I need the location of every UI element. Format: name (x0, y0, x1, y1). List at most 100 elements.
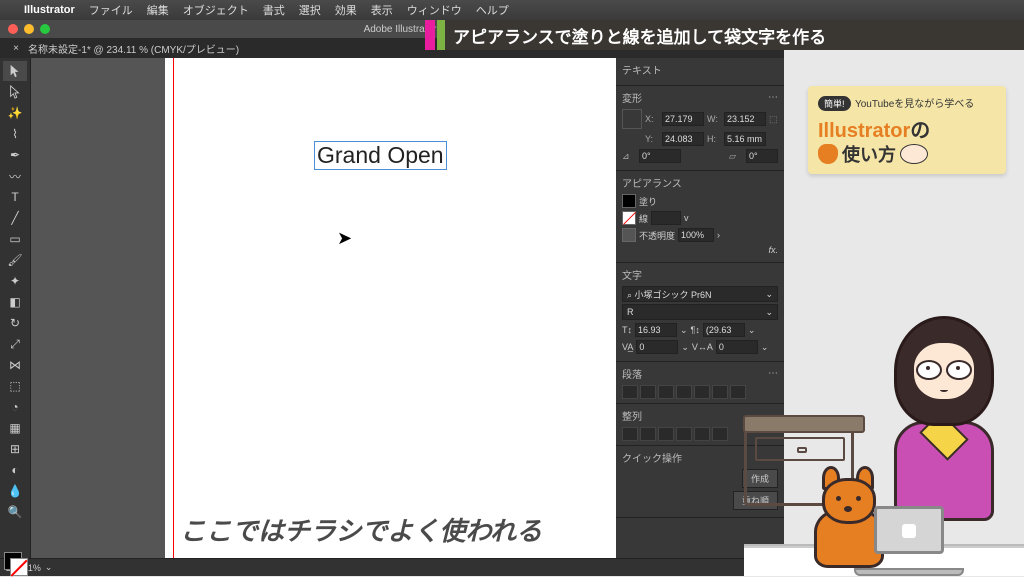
pen-tool[interactable]: ✒ (3, 145, 27, 165)
fill-color-swatch[interactable] (622, 194, 636, 208)
shear-icon: ▱ (729, 151, 743, 162)
opacity-input[interactable] (678, 228, 714, 242)
text-object[interactable]: Grand Open (314, 141, 447, 170)
app-window: Adobe Illustrator × 名称未設定-1* @ 234.11 % … (0, 20, 784, 576)
workspace: ✨ ⌇ ✒ 〰 T ╱ ▭ 🖌 ✦ ◧ ↻ ⤢ ⋈ ⬚ ◔ ▦ ⊞ ◐ 💧 🔍 (0, 58, 784, 558)
shear-input[interactable] (746, 149, 778, 163)
font-size-input[interactable] (635, 323, 677, 337)
cursor-icon: ➤ (337, 228, 352, 249)
text-section-header: テキスト (622, 62, 778, 77)
valign-bottom-button[interactable] (712, 427, 728, 441)
angle-input[interactable] (639, 149, 681, 163)
justify-left-button[interactable] (676, 385, 692, 399)
w-label: W: (707, 114, 721, 124)
menu-object[interactable]: オブジェクト (183, 2, 249, 18)
menu-file[interactable]: ファイル (89, 2, 133, 18)
stroke-color-swatch[interactable] (622, 211, 636, 225)
lasso-tool[interactable]: ⌇ (3, 124, 27, 144)
x-input[interactable] (662, 112, 704, 126)
face-icon (900, 144, 928, 164)
minimize-window-button[interactable] (24, 24, 34, 34)
w-input[interactable] (724, 112, 766, 126)
opacity-label: 不透明度 (639, 229, 675, 242)
stroke-unit: v (684, 213, 689, 223)
promo-subtext: YouTubeを見ながら学べる (855, 99, 974, 110)
transform-header: 変形 (622, 90, 642, 105)
direct-selection-tool[interactable] (3, 82, 27, 102)
menu-help[interactable]: ヘルプ (476, 2, 509, 18)
subtitle-text: ここではチラシでよく使われる (180, 511, 542, 548)
angle-label: ⊿ (622, 151, 636, 162)
align-left-button[interactable] (622, 385, 638, 399)
opacity-arrow-icon[interactable]: › (717, 230, 720, 240)
more-icon[interactable]: ⋯ (768, 92, 778, 103)
halign-right-button[interactable] (658, 427, 674, 441)
width-tool[interactable]: ⋈ (3, 355, 27, 375)
valign-top-button[interactable] (676, 427, 692, 441)
justify-center-button[interactable] (694, 385, 710, 399)
align-header: 整列 (622, 408, 642, 423)
menu-window[interactable]: ウィンドウ (407, 2, 462, 18)
stroke-swatch[interactable] (10, 558, 28, 576)
shaper-tool[interactable]: ✦ (3, 271, 27, 291)
eyedropper-tool[interactable]: 💧 (3, 481, 27, 501)
menu-type[interactable]: 書式 (263, 2, 285, 18)
shape-builder-tool[interactable]: ◔ (3, 397, 27, 417)
maximize-window-button[interactable] (40, 24, 50, 34)
mesh-tool[interactable]: ⊞ (3, 439, 27, 459)
curvature-tool[interactable]: 〰 (3, 166, 27, 186)
canvas-area[interactable]: Grand Open ➤ (31, 58, 616, 558)
guide-line[interactable] (173, 58, 174, 558)
line-tool[interactable]: ╱ (3, 208, 27, 228)
menu-edit[interactable]: 編集 (147, 2, 169, 18)
link-icon[interactable]: ⬚ (769, 114, 778, 125)
align-center-button[interactable] (640, 385, 656, 399)
type-tool[interactable]: T (3, 187, 27, 207)
stroke-weight-input[interactable] (651, 211, 681, 225)
close-tab-icon[interactable]: × (10, 43, 22, 54)
paintbrush-tool[interactable]: 🖌 (3, 250, 27, 270)
y-input[interactable] (662, 132, 704, 146)
reference-point-icon[interactable] (622, 109, 642, 129)
zoom-dropdown-icon[interactable]: ⌄ (45, 562, 53, 573)
magic-wand-tool[interactable]: ✨ (3, 103, 27, 123)
scale-tool[interactable]: ⤢ (3, 334, 27, 354)
menu-select[interactable]: 選択 (299, 2, 321, 18)
drawer (755, 437, 845, 461)
promo-title: Illustratorの (818, 114, 996, 143)
h-label: H: (707, 134, 721, 144)
halign-left-button[interactable] (622, 427, 638, 441)
toolbox: ✨ ⌇ ✒ 〰 T ╱ ▭ 🖌 ✦ ◧ ↻ ⤢ ⋈ ⬚ ◔ ▦ ⊞ ◐ 💧 🔍 (0, 58, 31, 558)
font-size-icon: T↕ (622, 325, 632, 335)
selection-tool[interactable] (3, 61, 27, 81)
tutorial-banner: アピアランスで塗りと線を追加して袋文字を作る (425, 20, 1024, 50)
kerning-icon: VA̲ (622, 342, 633, 352)
banner-accent-magenta (425, 20, 435, 50)
opacity-swatch[interactable] (622, 228, 636, 242)
justify-right-button[interactable] (712, 385, 728, 399)
kerning-input[interactable] (636, 340, 678, 354)
menu-view[interactable]: 表示 (371, 2, 393, 18)
fill-label: 塗り (639, 195, 657, 208)
banner-accent-green (437, 20, 445, 50)
app-name[interactable]: Illustrator (24, 4, 75, 16)
quick-actions-header: クイック操作 (622, 450, 682, 465)
perspective-tool[interactable]: ▦ (3, 418, 27, 438)
leading-input[interactable] (703, 323, 745, 337)
artboard (165, 58, 616, 558)
free-transform-tool[interactable]: ⬚ (3, 376, 27, 396)
halign-center-button[interactable] (640, 427, 656, 441)
eraser-tool[interactable]: ◧ (3, 292, 27, 312)
menu-effect[interactable]: 効果 (335, 2, 357, 18)
document-tab[interactable]: × 名称未設定-1* @ 234.11 % (CMYK/プレビュー) (10, 41, 239, 56)
laptop (854, 506, 964, 576)
align-right-button[interactable] (658, 385, 674, 399)
rotate-tool[interactable]: ↻ (3, 313, 27, 333)
valign-middle-button[interactable] (694, 427, 710, 441)
promo-card: 簡単! YouTubeを見ながら学べる Illustratorの 使い方 (808, 86, 1006, 174)
zoom-tool[interactable]: 🔍 (3, 502, 27, 522)
gradient-tool[interactable]: ◐ (3, 460, 27, 480)
rectangle-tool[interactable]: ▭ (3, 229, 27, 249)
close-window-button[interactable] (8, 24, 18, 34)
h-input[interactable] (724, 132, 766, 146)
